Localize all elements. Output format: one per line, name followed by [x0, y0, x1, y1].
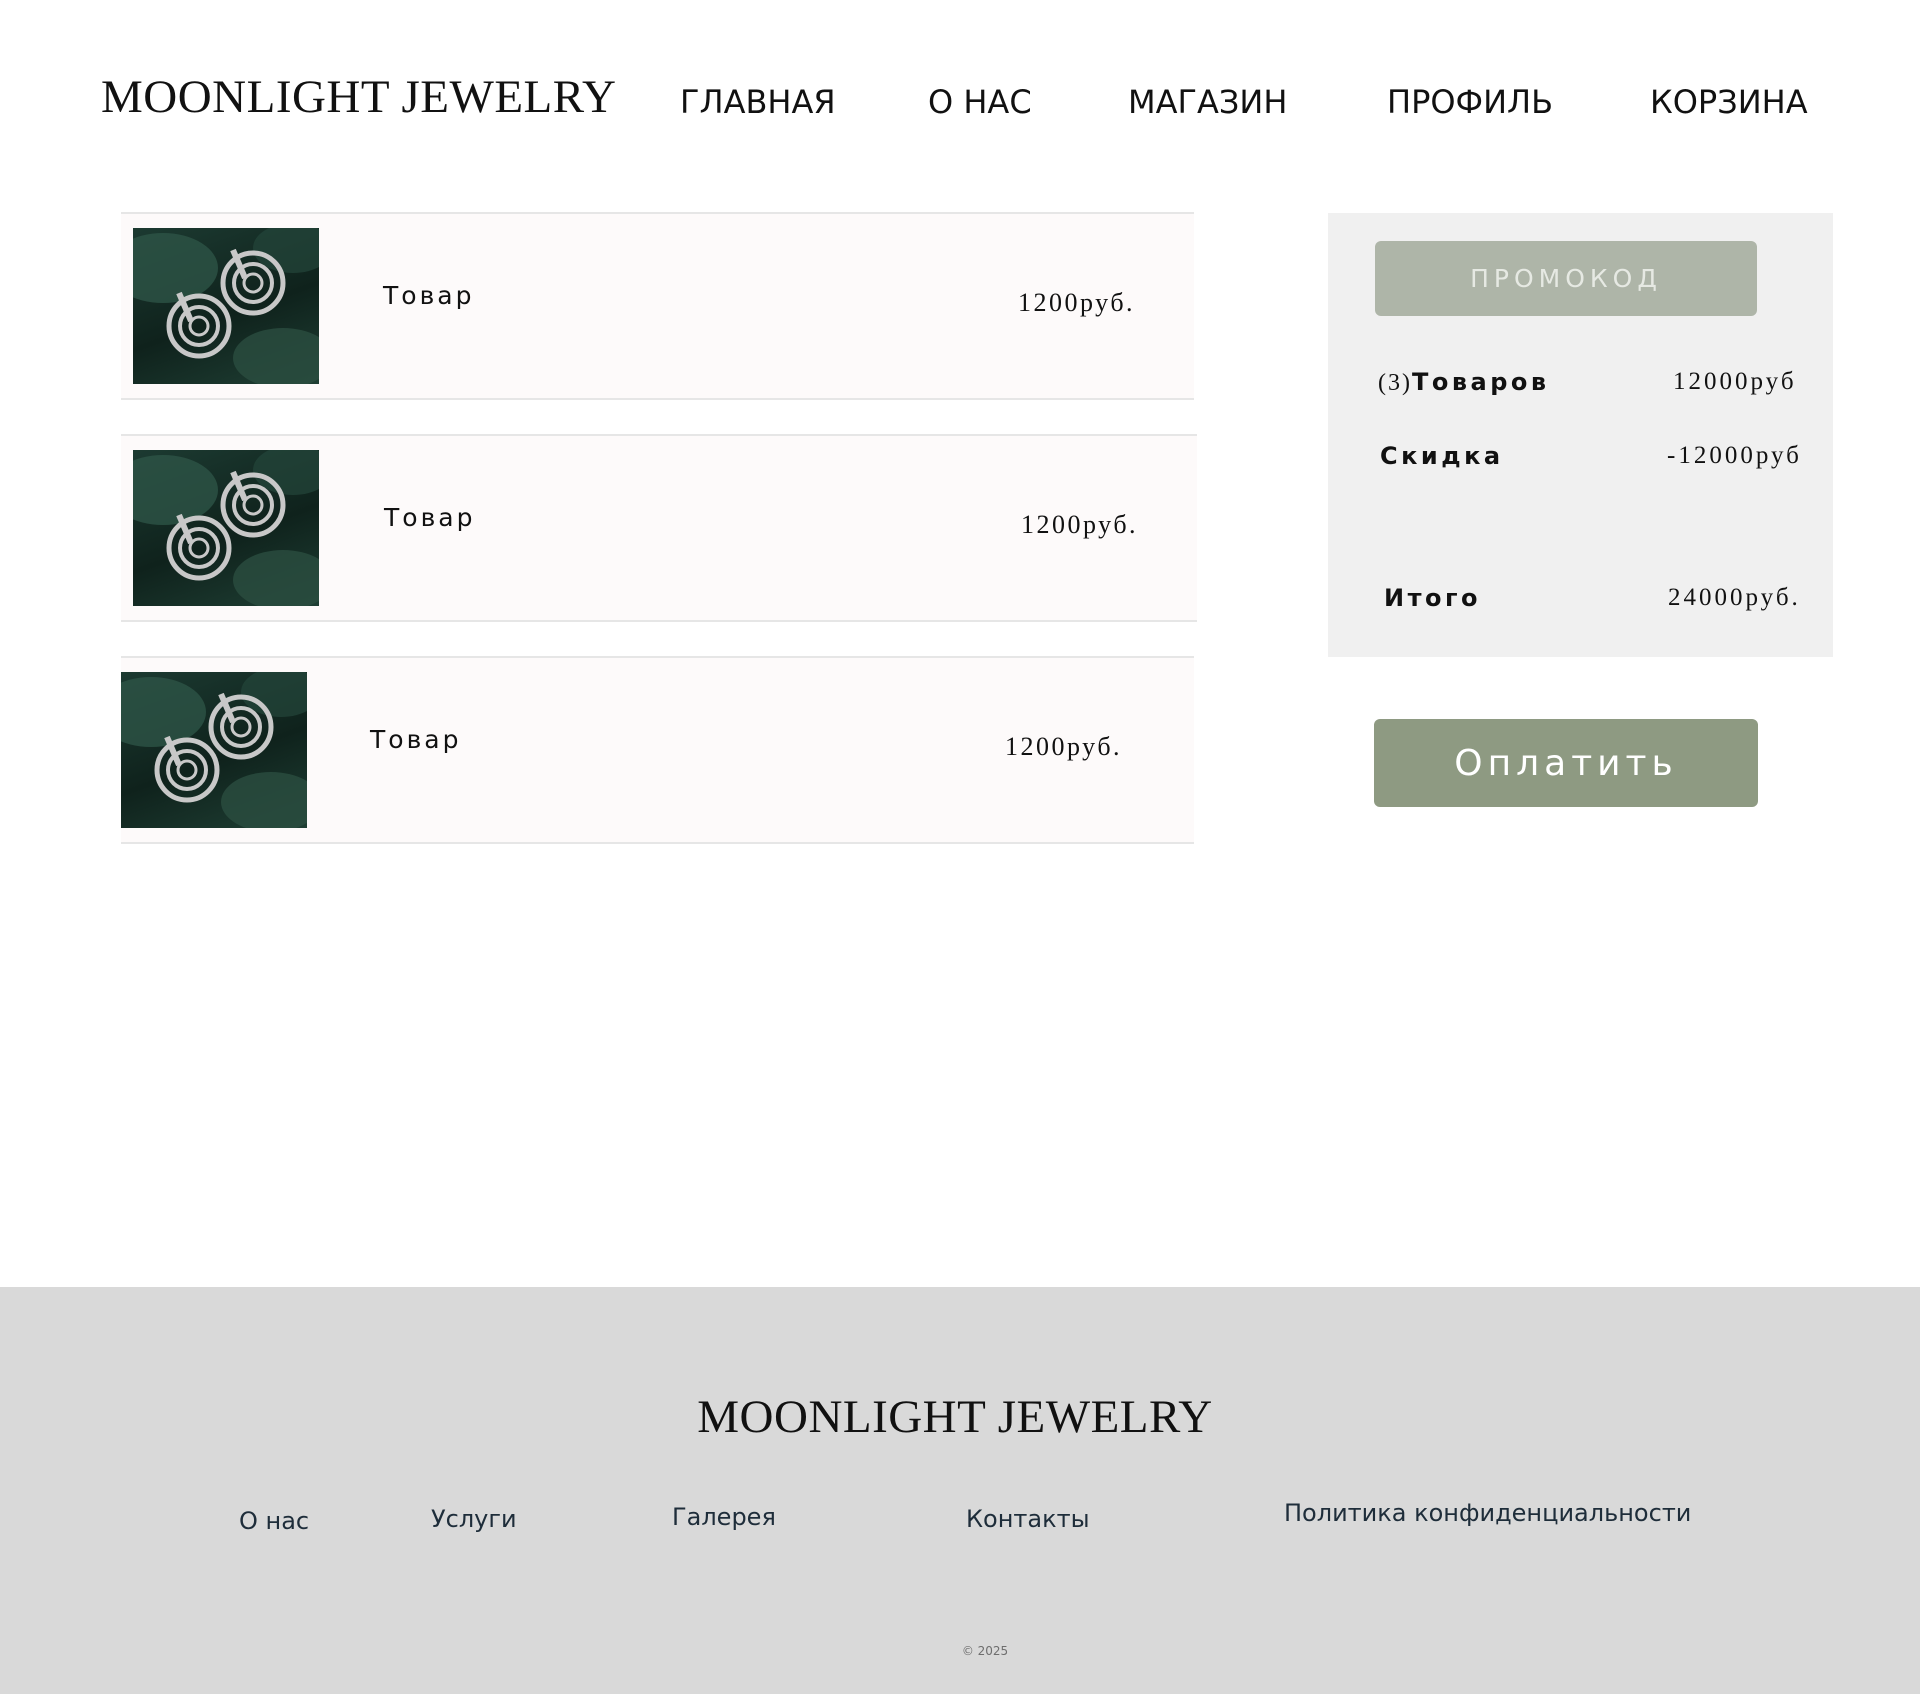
nav-item-about[interactable]: О НАС: [928, 83, 1032, 121]
items-count-label: (3)Товаров: [1378, 368, 1550, 397]
footer-link-services[interactable]: Услуги: [431, 1505, 517, 1533]
total-label: Итого: [1384, 584, 1482, 612]
nav-item-cart[interactable]: КОРЗИНА: [1650, 83, 1808, 121]
footer-link-gallery[interactable]: Галерея: [672, 1503, 776, 1531]
items-count: (3): [1378, 370, 1412, 396]
earrings-photo[interactable]: [121, 672, 307, 828]
total-value: 24000руб.: [1668, 584, 1801, 611]
footer-logo[interactable]: MOONLIGHT JEWELRY: [0, 1390, 1910, 1444]
nav-item-shop[interactable]: МАГАЗИН: [1128, 83, 1287, 121]
nav-item-home[interactable]: ГЛАВНАЯ: [680, 83, 836, 121]
cart-item-price: 1200руб.: [1005, 732, 1123, 761]
discount-label: Скидка: [1380, 442, 1504, 470]
footer: [0, 1287, 1920, 1694]
cart-item-name: Товар: [384, 503, 476, 532]
earrings-photo[interactable]: [133, 450, 319, 606]
items-label: Товаров: [1411, 368, 1550, 396]
cart-item-price: 1200руб.: [1021, 510, 1139, 539]
nav-item-profile[interactable]: ПРОФИЛЬ: [1387, 83, 1553, 121]
site-logo[interactable]: MOONLIGHT JEWELRY: [101, 70, 616, 124]
cart-item-row: Товар 1200руб.: [121, 656, 1194, 844]
footer-link-contacts[interactable]: Контакты: [966, 1505, 1090, 1533]
promo-code-button[interactable]: ПРОМОКОД: [1375, 241, 1757, 316]
cart-item-name: Товар: [370, 725, 462, 754]
copyright: © 2025: [961, 1644, 1009, 1658]
pay-button[interactable]: Оплатить: [1374, 719, 1758, 807]
footer-link-privacy[interactable]: Политика конфиденциальности: [1284, 1499, 1691, 1527]
discount-value: -12000руб: [1667, 442, 1802, 469]
footer-link-about[interactable]: О нас: [239, 1507, 309, 1535]
earrings-photo[interactable]: [133, 228, 319, 384]
items-subtotal: 12000руб: [1673, 368, 1797, 395]
cart-item-row: Товар 1200руб.: [121, 434, 1197, 622]
cart-item-row: Товар 1200руб.: [121, 212, 1194, 400]
cart-item-name: Товар: [383, 281, 475, 310]
cart-item-price: 1200руб.: [1018, 288, 1136, 317]
